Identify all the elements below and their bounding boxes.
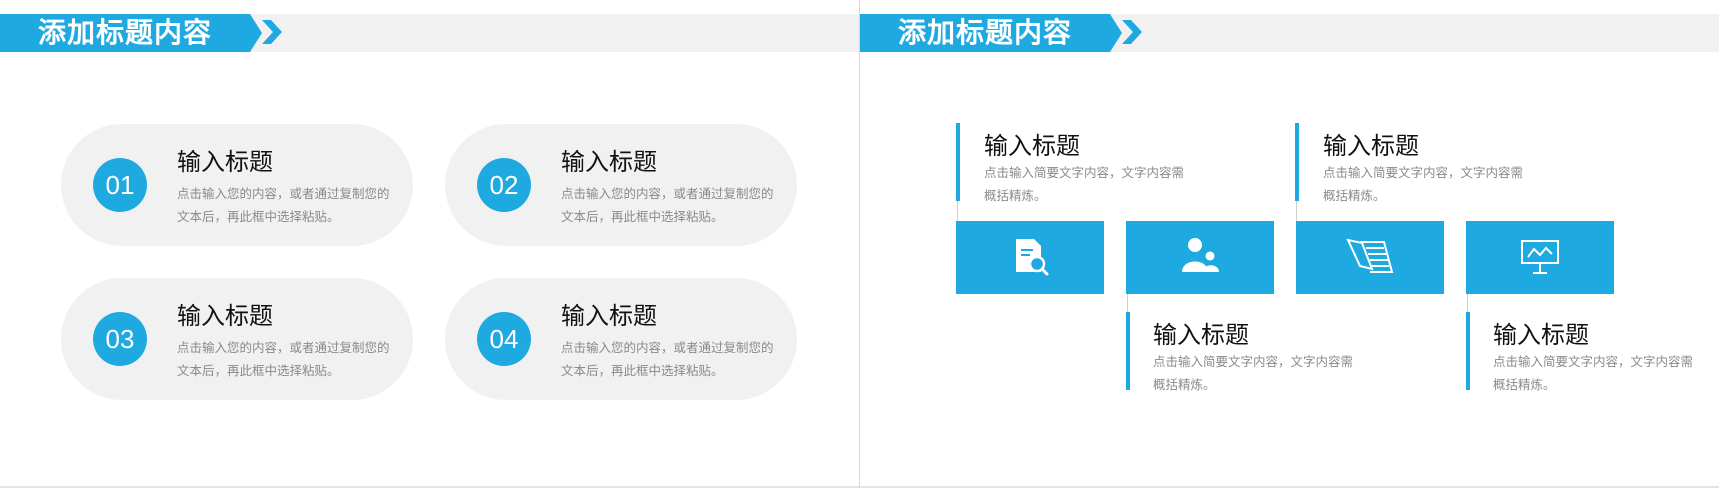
- icon-box: [1466, 221, 1614, 294]
- newspaper-icon: [1344, 236, 1396, 280]
- icon-box: [956, 221, 1104, 294]
- users-icon: [1179, 236, 1221, 280]
- item-title: 输入标题: [177, 302, 273, 330]
- item-title: 输入标题: [177, 148, 273, 176]
- item-card[interactable]: 03 输入标题 点击输入您的内容，或者通过复制您的文本后，再此框中选择粘贴。: [61, 278, 413, 400]
- connector-line: [957, 201, 958, 221]
- item-title: 输入标题: [1323, 132, 1419, 160]
- item-description: 点击输入您的内容，或者通过复制您的文本后，再此框中选择粘贴。: [561, 340, 774, 378]
- item-description: 点击输入您的内容，或者通过复制您的文本后，再此框中选择粘贴。: [561, 186, 774, 224]
- connector-line: [1296, 201, 1297, 221]
- item-description: 点击输入简要文字内容，文字内容需概括精炼。: [1323, 165, 1524, 203]
- slide-title: 添加标题内容: [860, 14, 1122, 52]
- accent-bar: [956, 123, 960, 201]
- item-title: 输入标题: [1153, 321, 1249, 349]
- slide-left: 添加标题内容 01 输入标题 点击输入您的内容，或者通过复制您的文本后，再此框中…: [0, 0, 860, 488]
- item-description: 点击输入您的内容，或者通过复制您的文本后，再此框中选择粘贴。: [177, 186, 390, 224]
- item-description: 点击输入您的内容，或者通过复制您的文本后，再此框中选择粘贴。: [177, 340, 390, 378]
- item-title: 输入标题: [984, 132, 1080, 160]
- icon-box: [1296, 221, 1444, 294]
- slide-right: 添加标题内容 输入标题 点击输入简要文字内容，文字内容需概括精炼。 输入标题 点…: [860, 0, 1719, 488]
- connector-line: [1467, 294, 1468, 312]
- item-description: 点击输入简要文字内容，文字内容需概括精炼。: [984, 165, 1185, 203]
- item-card[interactable]: 04 输入标题 点击输入您的内容，或者通过复制您的文本后，再此框中选择粘贴。: [445, 278, 797, 400]
- item-number: 03: [93, 312, 147, 366]
- document-search-icon: [1010, 236, 1050, 280]
- item-description: 点击输入简要文字内容，文字内容需概括精炼。: [1493, 354, 1694, 392]
- item-title: 输入标题: [561, 148, 657, 176]
- accent-bar: [1466, 312, 1470, 390]
- accent-bar: [1295, 123, 1299, 201]
- slide-title: 添加标题内容: [0, 14, 262, 52]
- item-number: 01: [93, 158, 147, 212]
- connector-line: [1127, 294, 1128, 312]
- item-number: 04: [477, 312, 531, 366]
- presentation-board-icon: [1520, 236, 1560, 280]
- item-card[interactable]: 01 输入标题 点击输入您的内容，或者通过复制您的文本后，再此框中选择粘贴。: [61, 124, 413, 246]
- item-description: 点击输入简要文字内容，文字内容需概括精炼。: [1153, 354, 1354, 392]
- item-number: 02: [477, 158, 531, 212]
- accent-bar: [1126, 312, 1130, 390]
- item-card[interactable]: 02 输入标题 点击输入您的内容，或者通过复制您的文本后，再此框中选择粘贴。: [445, 124, 797, 246]
- item-title: 输入标题: [1493, 321, 1589, 349]
- bottom-divider: [860, 486, 1719, 488]
- bottom-divider: [0, 486, 859, 488]
- item-title: 输入标题: [561, 302, 657, 330]
- icon-box: [1126, 221, 1274, 294]
